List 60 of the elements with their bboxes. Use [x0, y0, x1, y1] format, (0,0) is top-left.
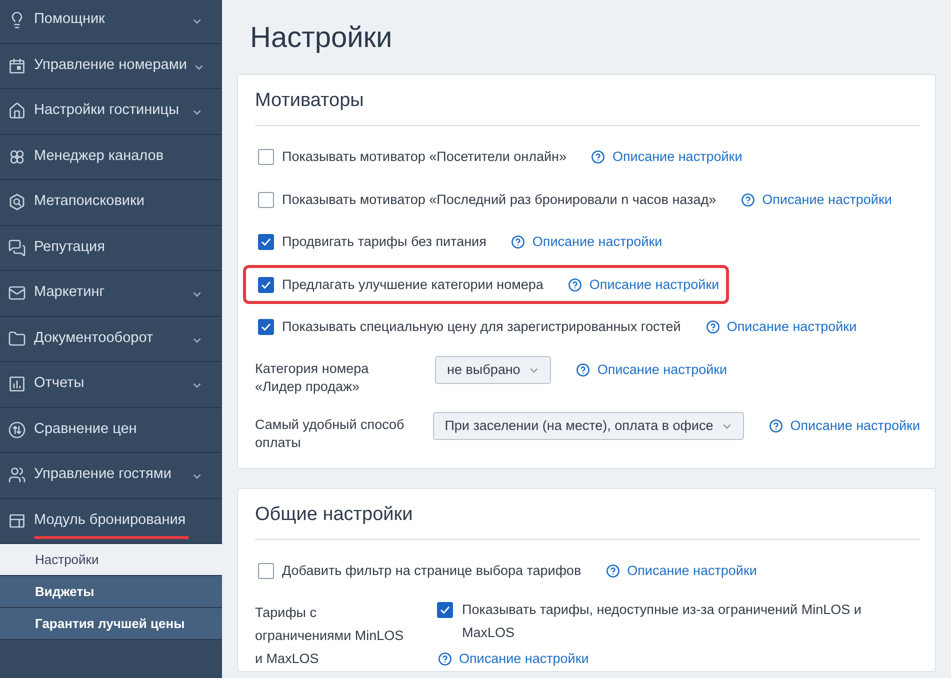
- checkbox[interactable]: [258, 319, 274, 336]
- checkbox[interactable]: [258, 234, 274, 250]
- help-link[interactable]: Описание настройки: [741, 190, 892, 210]
- checkbox-label: Показывать мотиватор «Последний раз бронировали n часов назад»: [282, 190, 716, 209]
- dropdown[interactable]: При заселении (на месте), оплата в офисе: [432, 412, 744, 440]
- checkbox[interactable]: [258, 563, 274, 580]
- dropdown[interactable]: не выбрано: [435, 356, 552, 384]
- checkbox-label: Предлагать улучшение категории номера: [282, 276, 544, 294]
- flower-icon: [8, 148, 26, 166]
- checkmark-icon: [261, 238, 271, 246]
- help-icon: [591, 150, 606, 164]
- checkmark-icon: [261, 323, 271, 332]
- checkmark-icon: [440, 606, 450, 614]
- field-label: Самый удобный способ оплаты: [255, 416, 405, 452]
- checkbox-label: Показывать тарифы, недоступные из-за ограничений MinLOS и MaxLOS: [462, 600, 862, 642]
- help-icon: [511, 235, 526, 250]
- checkbox-label: Показывать специальную цену для зарегистрированных гостей: [282, 318, 681, 336]
- layout-icon: [8, 512, 26, 530]
- arrows-circle-icon: [8, 420, 26, 439]
- checkbox[interactable]: [437, 602, 453, 618]
- checkmark-icon: [261, 280, 271, 289]
- help-icon: [606, 564, 620, 578]
- checkbox[interactable]: [258, 149, 274, 166]
- help-link[interactable]: Описание настройки: [568, 274, 720, 295]
- help-icon: [438, 652, 452, 666]
- chat-bubbles-icon: [8, 238, 26, 257]
- help-icon: [741, 192, 756, 207]
- field-label: Категория номера «Лидер продаж»: [255, 360, 370, 396]
- mail-icon: [8, 284, 26, 302]
- submenu-item[interactable]: Виджеты: [0, 576, 222, 608]
- field-label: Тарифы с ограничениями MinLOS и MaxLOS: [255, 604, 405, 668]
- help-link[interactable]: Описание настройки: [769, 412, 920, 440]
- house-icon: [8, 102, 26, 120]
- checkbox-label: Добавить фильтр на странице выбора тарифов: [282, 562, 582, 580]
- bar-chart-icon: [8, 375, 26, 394]
- chevron-down-icon: [723, 424, 732, 428]
- checkbox[interactable]: [258, 276, 274, 293]
- chevron-down-icon: [530, 368, 538, 372]
- page-title: Настройки: [250, 21, 392, 55]
- checkbox-label: Продвигать тарифы без питания: [282, 233, 486, 252]
- help-icon: [769, 419, 784, 433]
- help-link[interactable]: Описание настройки: [591, 147, 742, 168]
- checkbox-label: Показывать мотиватор «Посетители онлайн»: [282, 148, 566, 166]
- help-link[interactable]: Описание настройки: [706, 317, 857, 338]
- submenu-item[interactable]: Гарантия лучшей цены: [0, 608, 222, 640]
- checkbox[interactable]: [258, 192, 274, 208]
- users-icon: [8, 466, 26, 484]
- help-link[interactable]: Описание настройки: [576, 356, 728, 384]
- help-link[interactable]: Описание настройки: [438, 648, 589, 670]
- help-link[interactable]: Описание настройки: [511, 232, 662, 252]
- submenu-item[interactable]: Настройки: [0, 544, 222, 576]
- folder-icon: [8, 330, 26, 348]
- help-icon: [706, 320, 720, 334]
- calendar-icon: [8, 56, 26, 75]
- help-icon: [576, 363, 590, 377]
- help-icon: [568, 278, 582, 292]
- hexagon-search-icon: [8, 193, 26, 212]
- help-link[interactable]: Описание настройки: [606, 561, 757, 582]
- section-title: Мотиваторы: [255, 89, 364, 113]
- section-title: Общие настройки: [255, 503, 413, 527]
